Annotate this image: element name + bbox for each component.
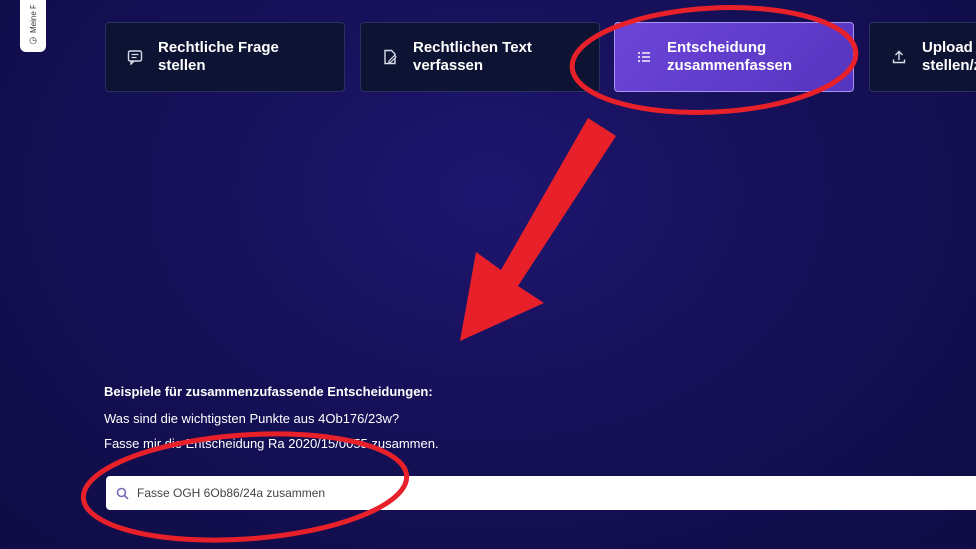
card-label: Rechtliche Frage stellen bbox=[158, 39, 279, 74]
examples-section: Beispiele für zusammenzufassende Entsche… bbox=[104, 384, 439, 461]
history-icon: ◷ bbox=[29, 35, 37, 45]
card-label: Upload - stellen/z bbox=[922, 39, 976, 74]
list-icon bbox=[633, 49, 655, 65]
search-bar[interactable] bbox=[106, 476, 976, 510]
card-label: Rechtlichen Text verfassen bbox=[413, 39, 532, 74]
examples-heading: Beispiele für zusammenzufassende Entsche… bbox=[104, 384, 433, 399]
upload-icon bbox=[888, 49, 910, 65]
upload-button[interactable]: Upload - stellen/z bbox=[869, 22, 976, 92]
summarize-decision-button[interactable]: Entscheidung zusammenfassen bbox=[614, 22, 854, 92]
chat-icon bbox=[124, 49, 146, 65]
example-item[interactable]: Was sind die wichtigsten Punkte aus 4Ob1… bbox=[104, 411, 439, 426]
card-label: Entscheidung zusammenfassen bbox=[667, 39, 793, 74]
ask-legal-question-button[interactable]: Rechtliche Frage stellen bbox=[105, 22, 345, 92]
example-item[interactable]: Fasse mir die Entscheidung Ra 2020/15/00… bbox=[104, 436, 439, 451]
search-input[interactable] bbox=[135, 485, 839, 501]
search-icon bbox=[116, 487, 129, 500]
sidebar-tab-label: Meine F bbox=[28, 5, 38, 33]
draft-legal-text-button[interactable]: Rechtlichen Text verfassen bbox=[360, 22, 600, 92]
sidebar-tab[interactable]: Meine F ◷ bbox=[20, 0, 46, 52]
arrow-annotation bbox=[460, 118, 616, 341]
edit-document-icon bbox=[379, 49, 401, 65]
